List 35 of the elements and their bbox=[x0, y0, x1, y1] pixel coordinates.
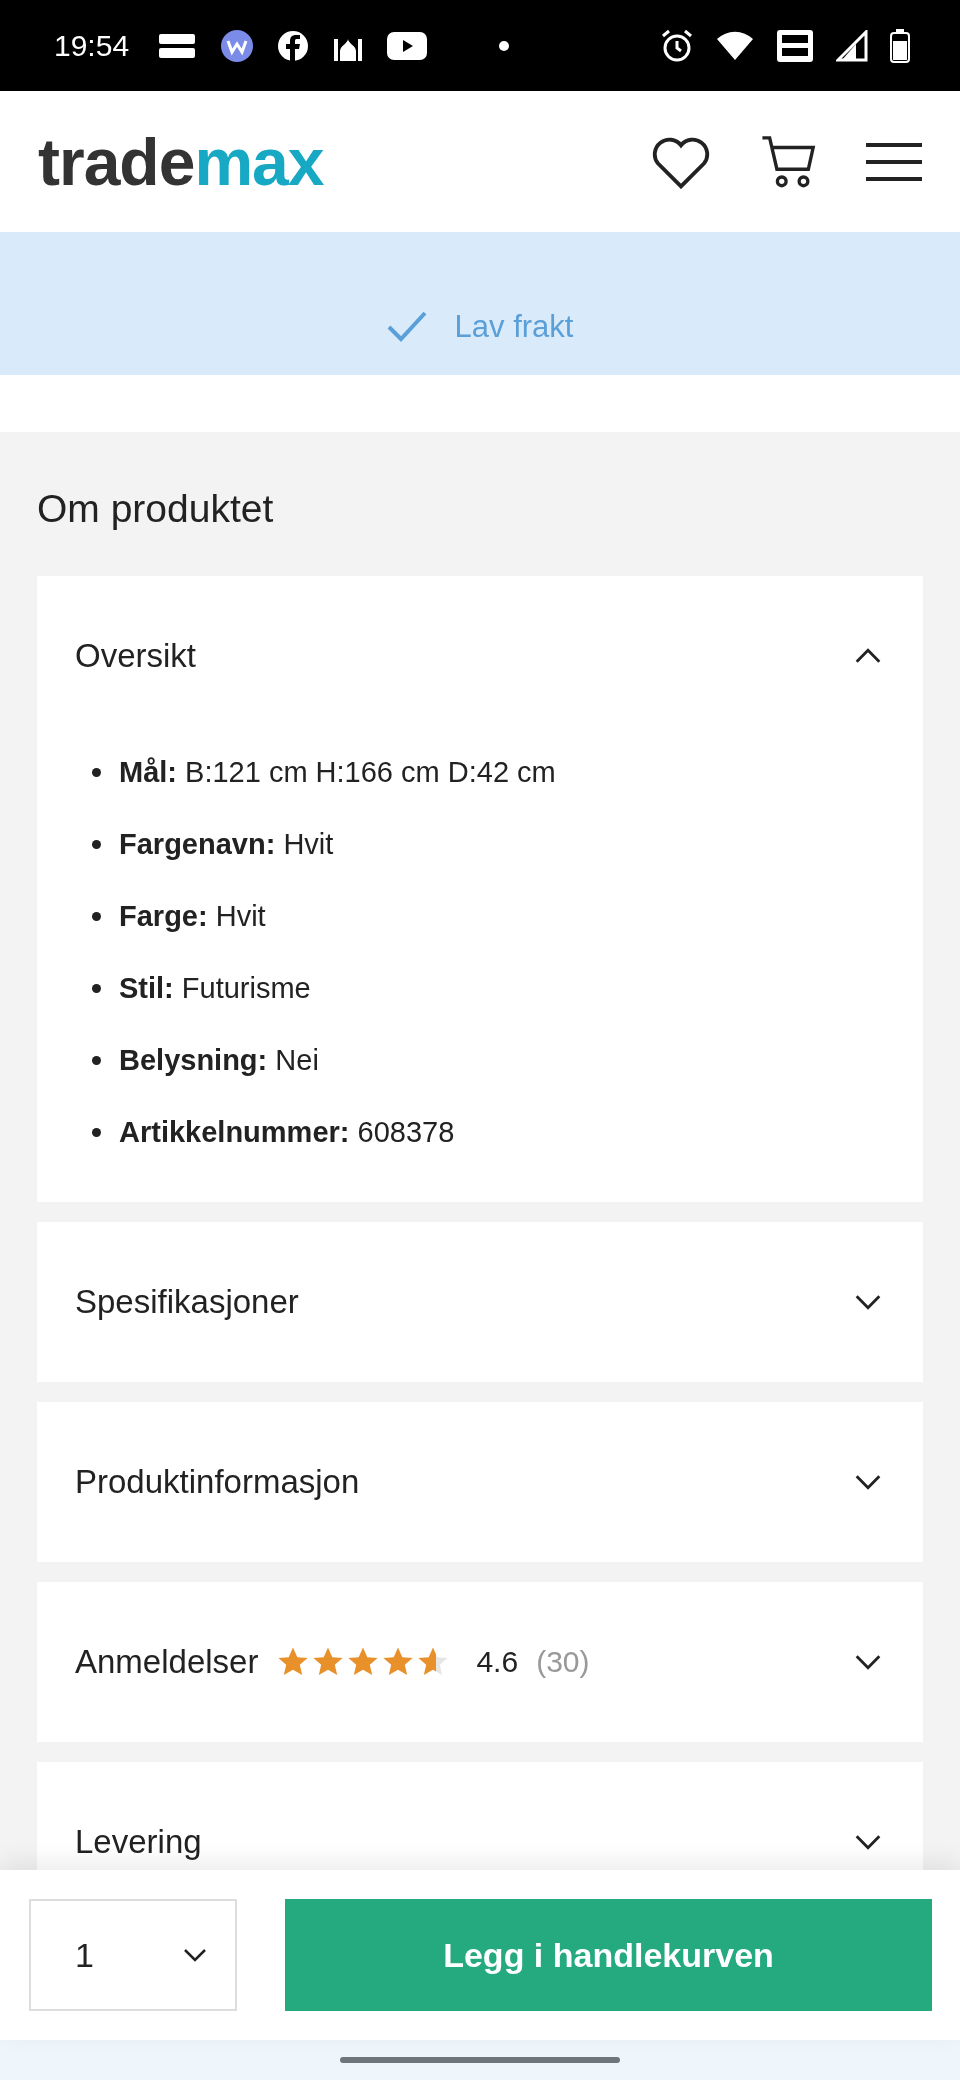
accordion-title[interactable]: Oversikt bbox=[75, 637, 196, 675]
trademax-logo[interactable]: trademax bbox=[38, 123, 324, 200]
spec-text: Mål: B:121 cm H:166 cm D:42 cm bbox=[119, 755, 556, 789]
check-icon bbox=[386, 311, 427, 343]
accordion-title[interactable]: Anmeldelser bbox=[75, 1643, 259, 1681]
wifi-icon bbox=[716, 30, 754, 61]
spec-text: Artikkelnummer: 608378 bbox=[119, 1115, 455, 1149]
review-count: (30) bbox=[536, 1645, 590, 1679]
menu-icon[interactable] bbox=[866, 141, 922, 182]
bullet-icon bbox=[92, 1055, 101, 1065]
section-title: Om produktet bbox=[37, 486, 275, 532]
spec-text: Stil: Futurisme bbox=[119, 971, 311, 1005]
accordion-title[interactable]: Spesifikasjoner bbox=[75, 1283, 299, 1321]
notification-dot-icon bbox=[499, 40, 510, 51]
signal-icon bbox=[836, 29, 868, 62]
spec-text: Belysning: Nei bbox=[119, 1043, 319, 1077]
bullet-icon bbox=[92, 839, 101, 849]
bullet-icon bbox=[92, 983, 101, 993]
facebook-icon bbox=[277, 29, 310, 62]
benefit-text: Lav frakt bbox=[454, 309, 574, 345]
accordion-title[interactable]: Produktinformasjon bbox=[75, 1463, 360, 1501]
rating-score: 4.6 bbox=[476, 1645, 519, 1679]
play-video-icon bbox=[387, 31, 428, 60]
spec-text: Fargenavn: Hvit bbox=[119, 827, 334, 861]
chat-app-icon bbox=[219, 27, 256, 64]
spec-text: Farge: Hvit bbox=[119, 899, 266, 933]
quantity-select[interactable]: 1 bbox=[29, 1899, 237, 2011]
alarm-icon bbox=[660, 28, 694, 63]
accordion-title[interactable]: Levering bbox=[75, 1823, 202, 1861]
bullet-icon bbox=[92, 1127, 101, 1137]
home-handle[interactable] bbox=[340, 2057, 620, 2063]
battery-icon bbox=[890, 28, 910, 63]
bullet-icon bbox=[92, 767, 101, 777]
bullet-icon bbox=[92, 911, 101, 921]
clock-time: 19:54 bbox=[54, 28, 130, 63]
